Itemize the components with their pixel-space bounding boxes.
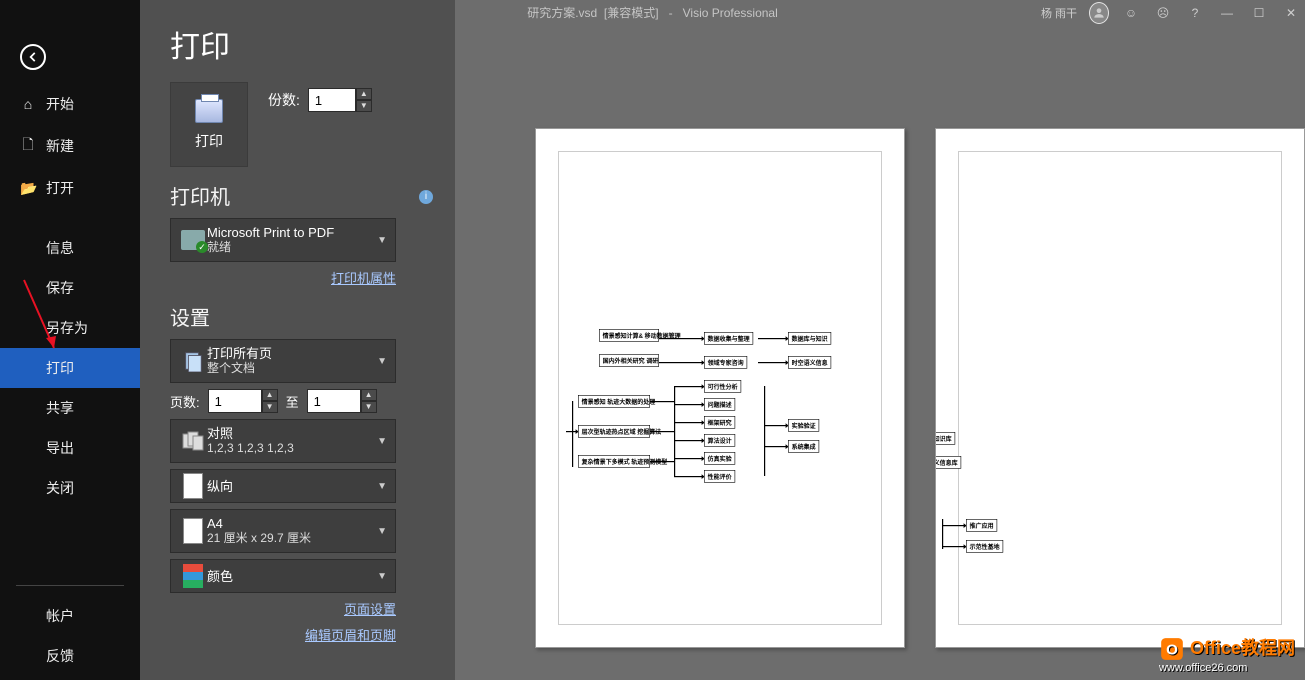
watermark: O Office教程网 www.office26.com — [1159, 634, 1295, 674]
printer-select[interactable]: Microsoft Print to PDF就绪 ▼ — [170, 218, 396, 262]
chevron-down-icon: ▼ — [377, 436, 387, 447]
pages-icon — [179, 350, 207, 372]
printer-status-icon — [181, 230, 205, 250]
info-icon[interactable]: i — [419, 190, 433, 204]
sidebar-item-open[interactable]: 📂打开 — [0, 168, 140, 208]
close-button[interactable]: ✕ — [1281, 6, 1301, 20]
sidebar-item-home[interactable]: ⌂开始 — [0, 84, 140, 124]
window-title: 研究方案.vsd [兼容模式] - Visio Professional — [527, 4, 778, 21]
svg-text:O: O — [1166, 641, 1178, 658]
sidebar-item-save[interactable]: 保存 — [0, 268, 140, 308]
color-select[interactable]: 颜色 ▼ — [170, 559, 396, 593]
page-title: 打印 — [170, 22, 433, 66]
chevron-down-icon: ▼ — [377, 356, 387, 367]
sidebar-item-account[interactable]: 帐户 — [0, 596, 140, 636]
sidebar-item-share[interactable]: 共享 — [0, 388, 140, 428]
compat-mode: [兼容模式] — [604, 6, 659, 20]
open-icon: 📂 — [20, 180, 36, 197]
spinner-down-icon[interactable]: ▼ — [356, 100, 372, 112]
print-preview: 情景感知计算& 移动数据管理 国内外相关研究 调研 数据收集与整理 领域专家咨询… — [455, 28, 1305, 680]
copies-input[interactable] — [308, 88, 356, 112]
color-icon — [183, 564, 203, 588]
printer-props-link[interactable]: 打印机属性 — [331, 271, 396, 286]
backstage-sidebar: ⌂开始 🗋新建 📂打开 信息 保存 另存为 打印 共享 导出 关闭 帐户 反馈 — [0, 0, 140, 680]
chevron-down-icon: ▼ — [377, 526, 387, 537]
minimize-button[interactable]: — — [1217, 6, 1237, 20]
pages-label: 页数: — [170, 392, 200, 411]
printer-heading: 打印机 — [170, 181, 433, 210]
app-name: Visio Professional — [683, 6, 778, 20]
copies-spinner[interactable]: ▲▼ — [308, 88, 372, 112]
chevron-down-icon: ▼ — [377, 481, 387, 492]
new-icon: 🗋 — [20, 134, 36, 158]
sidebar-item-new[interactable]: 🗋新建 — [0, 124, 140, 168]
sidebar-item-close[interactable]: 关闭 — [0, 468, 140, 508]
spinner-up-icon[interactable]: ▲ — [356, 88, 372, 100]
header-footer-link[interactable]: 编辑页眉和页脚 — [305, 628, 396, 643]
preview-page-1: 情景感知计算& 移动数据管理 国内外相关研究 调研 数据收集与整理 领域专家咨询… — [535, 128, 905, 648]
filename: 研究方案.vsd — [527, 6, 597, 20]
settings-heading: 设置 — [170, 302, 433, 331]
print-panel: 打印 打印 份数: ▲▼ 打印机 i Microsoft Print to PD… — [140, 0, 455, 680]
paper-size-select[interactable]: A421 厘米 x 29.7 厘米 ▼ — [170, 509, 396, 553]
chevron-down-icon: ▼ — [377, 235, 387, 246]
sidebar-item-export[interactable]: 导出 — [0, 428, 140, 468]
help-icon[interactable]: ? — [1185, 6, 1205, 20]
sidebar-item-info[interactable]: 信息 — [0, 228, 140, 268]
home-icon: ⌂ — [20, 96, 36, 112]
collate-select[interactable]: 对照1,2,3 1,2,3 1,2,3 ▼ — [170, 419, 396, 463]
collate-icon — [179, 431, 207, 451]
sidebar-item-print[interactable]: 打印 — [0, 348, 140, 388]
sidebar-item-feedback[interactable]: 反馈 — [0, 636, 140, 676]
copies-label: 份数: — [268, 90, 300, 110]
face-smile-icon[interactable]: ☺ — [1121, 6, 1141, 20]
user-name: 杨 雨干 — [1041, 5, 1077, 21]
print-scope-select[interactable]: 打印所有页整个文档 ▼ — [170, 339, 396, 383]
page-to-spinner[interactable]: ▲▼ — [307, 389, 377, 413]
chevron-down-icon: ▼ — [377, 571, 387, 582]
page-setup-link[interactable]: 页面设置 — [344, 602, 396, 617]
page-from-spinner[interactable]: ▲▼ — [208, 389, 278, 413]
paper-icon — [183, 518, 203, 544]
to-label: 至 — [286, 392, 299, 411]
back-button[interactable] — [20, 44, 46, 70]
preview-page-2: 知识库 义信息库 推广应用 示范性基地 — [935, 128, 1305, 648]
user-avatar-icon[interactable] — [1089, 2, 1109, 24]
orientation-select[interactable]: 纵向 ▼ — [170, 469, 396, 503]
face-sad-icon[interactable]: ☹ — [1153, 6, 1173, 20]
page-margins — [958, 151, 1282, 625]
maximize-button[interactable]: ☐ — [1249, 6, 1269, 20]
print-button[interactable]: 打印 — [170, 82, 248, 167]
portrait-icon — [183, 473, 203, 499]
printer-icon — [195, 99, 223, 123]
window-controls: 杨 雨干 ☺ ☹ ? — ☐ ✕ — [1041, 2, 1301, 24]
sidebar-item-saveas[interactable]: 另存为 — [0, 308, 140, 348]
